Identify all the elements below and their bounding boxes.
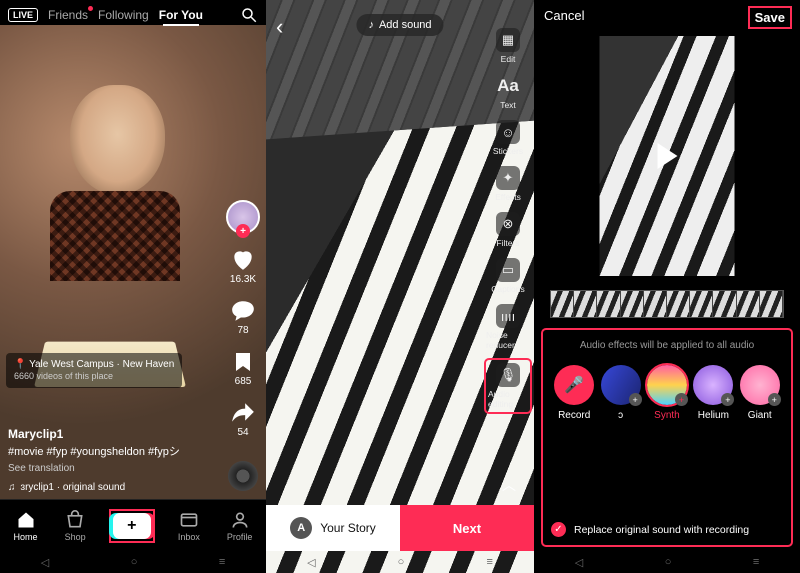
tab-following[interactable]: Following: [98, 8, 149, 22]
bottom-nav: Home Shop + Inbox Profile: [0, 499, 266, 551]
author-avatar[interactable]: +: [226, 200, 260, 234]
fx-unknown[interactable]: + ɔ: [598, 365, 644, 421]
effects-note: Audio effects will be applied to all aud…: [551, 340, 783, 351]
heart-icon: [229, 246, 257, 274]
home-icon[interactable]: ○: [131, 556, 138, 568]
your-story-button[interactable]: A Your Story: [266, 505, 400, 551]
follow-plus-icon[interactable]: +: [236, 224, 250, 238]
music-note-icon: ♫: [8, 480, 16, 496]
tool-effects[interactable]: ✦Effects: [486, 166, 530, 202]
audio-top-bar: Cancel Save: [534, 8, 800, 27]
comment-button[interactable]: 78: [229, 297, 257, 336]
action-rail: + 16.3K 78 685 54: [226, 200, 260, 438]
effects-icon: ✦: [496, 166, 520, 190]
tool-stickers[interactable]: ☺Stickers: [486, 120, 530, 156]
fx-record[interactable]: 🎤 Record: [551, 365, 597, 421]
nav-create[interactable]: +: [113, 513, 151, 539]
tool-text[interactable]: AaText: [486, 74, 530, 110]
live-badge[interactable]: LIVE: [8, 8, 38, 22]
recent-icon[interactable]: ≡: [486, 556, 492, 568]
text-icon: Aa: [496, 74, 520, 98]
home-icon[interactable]: ○: [665, 556, 672, 568]
tab-friends[interactable]: Friends: [48, 8, 88, 22]
replace-sound-toggle[interactable]: ✓ Replace original sound with recording: [551, 522, 783, 537]
music-note-icon: ♪: [368, 19, 374, 31]
username[interactable]: Maryclip1: [8, 425, 206, 444]
effect-icon: +: [740, 365, 780, 405]
audio-effects-panel: Audio effects will be applied to all aud…: [543, 330, 791, 545]
sound-row[interactable]: ♫ɜryclip1 · original sound: [8, 480, 206, 496]
sound-disc[interactable]: [228, 461, 258, 491]
see-translation[interactable]: See translation: [8, 461, 206, 477]
comment-count: 78: [237, 325, 248, 336]
audio-preview[interactable]: [600, 36, 735, 276]
video-meta: Maryclip1 #movie #fyp #youngsheldon #fyp…: [8, 425, 206, 495]
audio-timeline[interactable]: [550, 290, 784, 318]
fx-helium[interactable]: + Helium: [690, 365, 736, 421]
fx-giant[interactable]: + Giant: [737, 365, 783, 421]
save-count: 685: [235, 376, 252, 387]
play-icon[interactable]: [657, 143, 677, 169]
filters-icon: ⊗: [496, 212, 520, 236]
story-avatar: A: [290, 517, 312, 539]
tab-for-you[interactable]: For You: [159, 8, 203, 22]
editor-bottom-bar: A Your Story Next: [266, 505, 534, 551]
top-tabs: LIVE Friends Following For You: [0, 0, 266, 30]
check-icon: ✓: [551, 522, 566, 537]
back-icon[interactable]: ◁: [41, 556, 49, 569]
nav-profile[interactable]: Profile: [227, 510, 253, 542]
save-button[interactable]: Save: [750, 8, 790, 27]
effect-icon: +: [647, 365, 687, 405]
collapse-icon[interactable]: ︿: [502, 475, 516, 495]
sticker-icon: ☺: [496, 120, 520, 144]
tool-captions[interactable]: ▭Captions: [486, 258, 530, 294]
tool-audio-editing[interactable]: 🎙Audio editing: [486, 360, 530, 412]
mic-icon: 🎙: [496, 363, 520, 387]
android-nav-bar: ◁ ○ ≡: [266, 551, 534, 573]
share-icon: [229, 399, 257, 427]
effect-icon: +: [601, 365, 641, 405]
save-button[interactable]: 685: [229, 348, 257, 387]
noise-icon: ıııı: [496, 304, 520, 328]
edit-tools-rail: ▦Edit AaText ☺Stickers ✦Effects ⊗Filters…: [486, 28, 530, 412]
add-sound-button[interactable]: ♪ Add sound: [356, 14, 443, 36]
nav-home[interactable]: Home: [14, 510, 38, 542]
nav-inbox[interactable]: Inbox: [178, 510, 200, 542]
back-icon[interactable]: ◁: [307, 556, 315, 569]
cancel-button[interactable]: Cancel: [544, 8, 584, 27]
tool-noise-reducer[interactable]: ııııNoise reducer: [486, 304, 530, 350]
recent-icon[interactable]: ≡: [753, 556, 759, 568]
effect-icon: +: [693, 365, 733, 405]
plus-icon: +: [113, 513, 151, 539]
location-pill[interactable]: 📍 Yale West Campus · New Haven 6660 vide…: [6, 353, 182, 388]
android-nav-bar: ◁ ○ ≡: [534, 551, 800, 573]
edit-icon: ▦: [496, 28, 520, 52]
search-icon[interactable]: [240, 6, 258, 24]
bookmark-icon: [229, 348, 257, 376]
tool-edit[interactable]: ▦Edit: [486, 28, 530, 64]
tool-filters[interactable]: ⊗Filters: [486, 212, 530, 248]
next-button[interactable]: Next: [400, 505, 534, 551]
comment-icon: [229, 297, 257, 325]
share-button[interactable]: 54: [229, 399, 257, 438]
recent-icon[interactable]: ≡: [219, 556, 225, 568]
like-count: 16.3K: [230, 274, 256, 285]
home-icon[interactable]: ○: [398, 556, 405, 568]
share-count: 54: [237, 427, 248, 438]
like-button[interactable]: 16.3K: [229, 246, 257, 285]
fx-synth[interactable]: + Synth: [644, 365, 690, 421]
mic-icon: 🎤: [554, 365, 594, 405]
android-nav-bar: ◁ ○ ≡: [0, 551, 266, 573]
captions-icon: ▭: [496, 258, 520, 282]
back-icon[interactable]: ◁: [575, 556, 583, 569]
caption[interactable]: #movie #fyp #youngsheldon #fypシ: [8, 444, 206, 461]
nav-shop[interactable]: Shop: [65, 510, 86, 542]
back-icon[interactable]: ‹: [276, 14, 283, 40]
